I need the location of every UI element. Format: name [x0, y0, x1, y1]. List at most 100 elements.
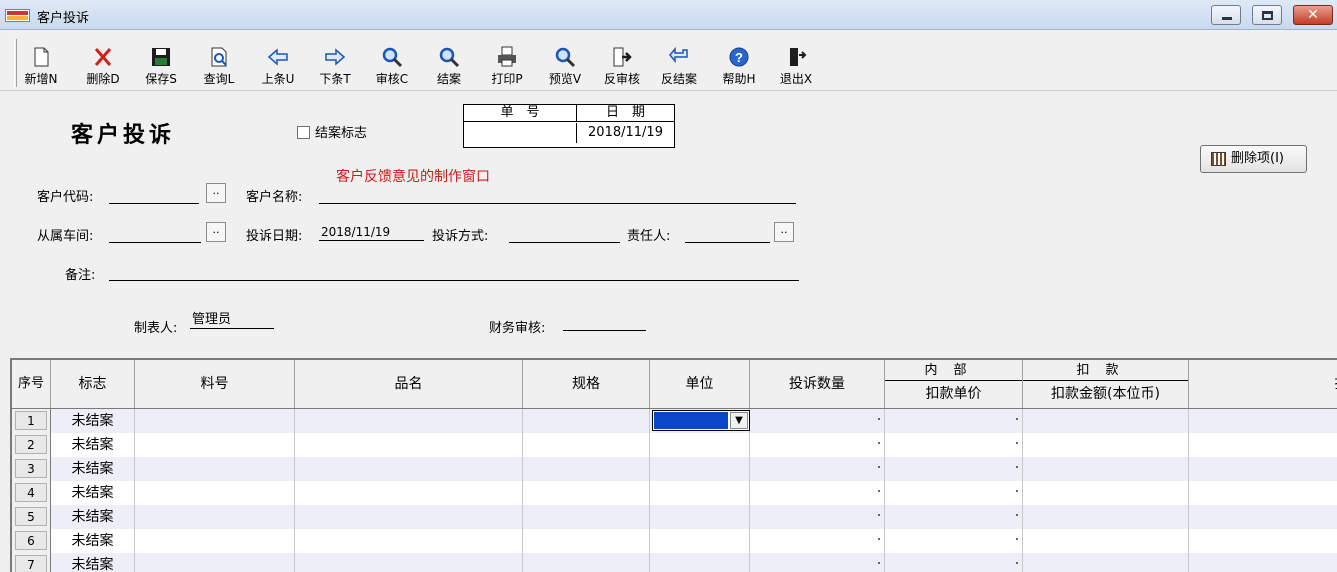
help-button[interactable]: ? 帮助H — [717, 45, 761, 89]
customer-code-field[interactable] — [109, 187, 199, 204]
checkbox-box[interactable] — [297, 126, 310, 139]
complaint-date-field[interactable]: 2018/11/19 — [319, 224, 424, 241]
grid-cell[interactable] — [295, 553, 523, 572]
grid-cell[interactable] — [135, 529, 295, 553]
preview-button[interactable]: 预览V — [543, 45, 587, 89]
header-seq[interactable]: 序号 — [12, 360, 51, 408]
grid-cell[interactable] — [650, 433, 750, 457]
unaudit-button[interactable]: 反审核 — [600, 45, 644, 89]
row-flag-cell[interactable]: 未结案 — [51, 553, 135, 572]
row-number[interactable]: 1 — [12, 409, 51, 433]
complaint-method-field[interactable] — [509, 226, 620, 243]
chevron-down-icon[interactable]: ▼ — [730, 412, 748, 429]
grid-cell[interactable] — [1189, 457, 1337, 481]
customer-code-lookup-button[interactable]: .. — [206, 183, 226, 203]
grid-cell[interactable] — [650, 529, 750, 553]
grid-cell[interactable] — [885, 433, 1023, 457]
table-row[interactable]: 3 未结案 — [12, 457, 1337, 481]
grid-cell[interactable] — [523, 409, 650, 433]
grid-cell[interactable] — [650, 457, 750, 481]
minimize-button[interactable] — [1211, 5, 1241, 25]
maker-field[interactable]: 管理员 — [190, 312, 274, 329]
grid-cell[interactable] — [1023, 433, 1189, 457]
unit-dropdown[interactable]: ▼ — [652, 410, 750, 431]
prev-button[interactable]: 上条U — [256, 45, 300, 89]
toolbar-grip[interactable] — [14, 39, 17, 87]
grid-cell[interactable] — [885, 409, 1023, 433]
print-button[interactable]: 打印P — [485, 45, 529, 89]
grid-cell[interactable] — [885, 529, 1023, 553]
table-row[interactable]: 6 未结案 — [12, 529, 1337, 553]
unclose-button[interactable]: 反结案 — [657, 45, 701, 89]
grid-cell[interactable] — [1189, 505, 1337, 529]
grid-cell[interactable] — [1189, 481, 1337, 505]
row-number[interactable]: 4 — [12, 481, 51, 505]
grid-cell[interactable] — [750, 481, 885, 505]
grid-cell[interactable] — [523, 433, 650, 457]
grid-cell[interactable] — [1189, 433, 1337, 457]
row-flag-cell[interactable]: 未结案 — [51, 409, 135, 433]
grid-cell[interactable] — [1189, 553, 1337, 572]
customer-name-field[interactable] — [319, 187, 796, 204]
row-flag-cell[interactable]: 未结案 — [51, 457, 135, 481]
close-case-button[interactable]: 结案 — [427, 45, 471, 89]
grid-cell[interactable] — [885, 481, 1023, 505]
grid-cell[interactable] — [750, 457, 885, 481]
table-row[interactable]: 2 未结案 — [12, 433, 1337, 457]
grid-cell[interactable] — [295, 433, 523, 457]
responsible-lookup-button[interactable]: .. — [774, 222, 794, 242]
grid-cell[interactable] — [885, 553, 1023, 572]
row-flag-cell[interactable]: 未结案 — [51, 529, 135, 553]
audit-button[interactable]: 审核C — [370, 45, 414, 89]
table-row[interactable]: 1 未结案 ▼ — [12, 409, 1337, 433]
grid-cell[interactable] — [523, 457, 650, 481]
next-button[interactable]: 下条T — [313, 45, 357, 89]
row-number[interactable]: 2 — [12, 433, 51, 457]
grid-cell[interactable] — [650, 553, 750, 572]
grid-cell[interactable] — [750, 529, 885, 553]
save-button[interactable]: 保存S — [139, 45, 183, 89]
grid-cell[interactable] — [650, 505, 750, 529]
grid-cell[interactable] — [885, 505, 1023, 529]
grid-cell[interactable] — [750, 553, 885, 572]
grid-cell[interactable] — [295, 457, 523, 481]
maximize-button[interactable] — [1252, 5, 1282, 25]
grid-cell[interactable] — [650, 481, 750, 505]
grid-cell[interactable] — [1023, 457, 1189, 481]
row-flag-cell[interactable]: 未结案 — [51, 481, 135, 505]
header-deduction[interactable]: 扣款 扣款金额(本位币) — [1023, 360, 1189, 408]
close-button[interactable]: ✕ — [1293, 5, 1333, 25]
grid-cell[interactable] — [523, 529, 650, 553]
row-number[interactable]: 5 — [12, 505, 51, 529]
close-flag-checkbox[interactable]: 结案标志 — [297, 122, 367, 141]
remark-field[interactable] — [109, 264, 799, 281]
workshop-lookup-button[interactable]: .. — [206, 222, 226, 242]
grid-cell[interactable] — [1023, 529, 1189, 553]
grid-cell[interactable] — [135, 409, 295, 433]
grid-cell[interactable] — [523, 553, 650, 572]
finance-audit-field[interactable] — [563, 314, 646, 331]
header-unit[interactable]: 单位 — [650, 360, 750, 408]
grid-cell[interactable] — [135, 505, 295, 529]
grid-cell[interactable] — [1023, 553, 1189, 572]
row-number[interactable]: 7 — [12, 553, 51, 572]
grid-cell[interactable] — [1189, 529, 1337, 553]
table-row[interactable]: 5 未结案 — [12, 505, 1337, 529]
header-product-name[interactable]: 品名 — [295, 360, 523, 408]
doc-number-value[interactable] — [464, 123, 577, 143]
grid-cell[interactable] — [135, 457, 295, 481]
date-value[interactable]: 2018/11/19 — [577, 123, 674, 143]
header-internal[interactable]: 内部 扣款单价 — [885, 360, 1023, 408]
grid-cell[interactable] — [885, 457, 1023, 481]
header-complaint-qty[interactable]: 投诉数量 — [750, 360, 885, 408]
header-material-no[interactable]: 料号 — [135, 360, 295, 408]
grid-cell[interactable] — [1023, 481, 1189, 505]
new-button[interactable]: 新增N — [19, 45, 63, 89]
header-spec[interactable]: 规格 — [523, 360, 650, 408]
grid-cell[interactable] — [295, 529, 523, 553]
grid-cell[interactable] — [1023, 409, 1189, 433]
grid-cell[interactable] — [1189, 409, 1337, 433]
query-button[interactable]: 查询L — [197, 45, 241, 89]
table-row[interactable]: 7 未结案 — [12, 553, 1337, 572]
header-flag[interactable]: 标志 — [51, 360, 135, 408]
